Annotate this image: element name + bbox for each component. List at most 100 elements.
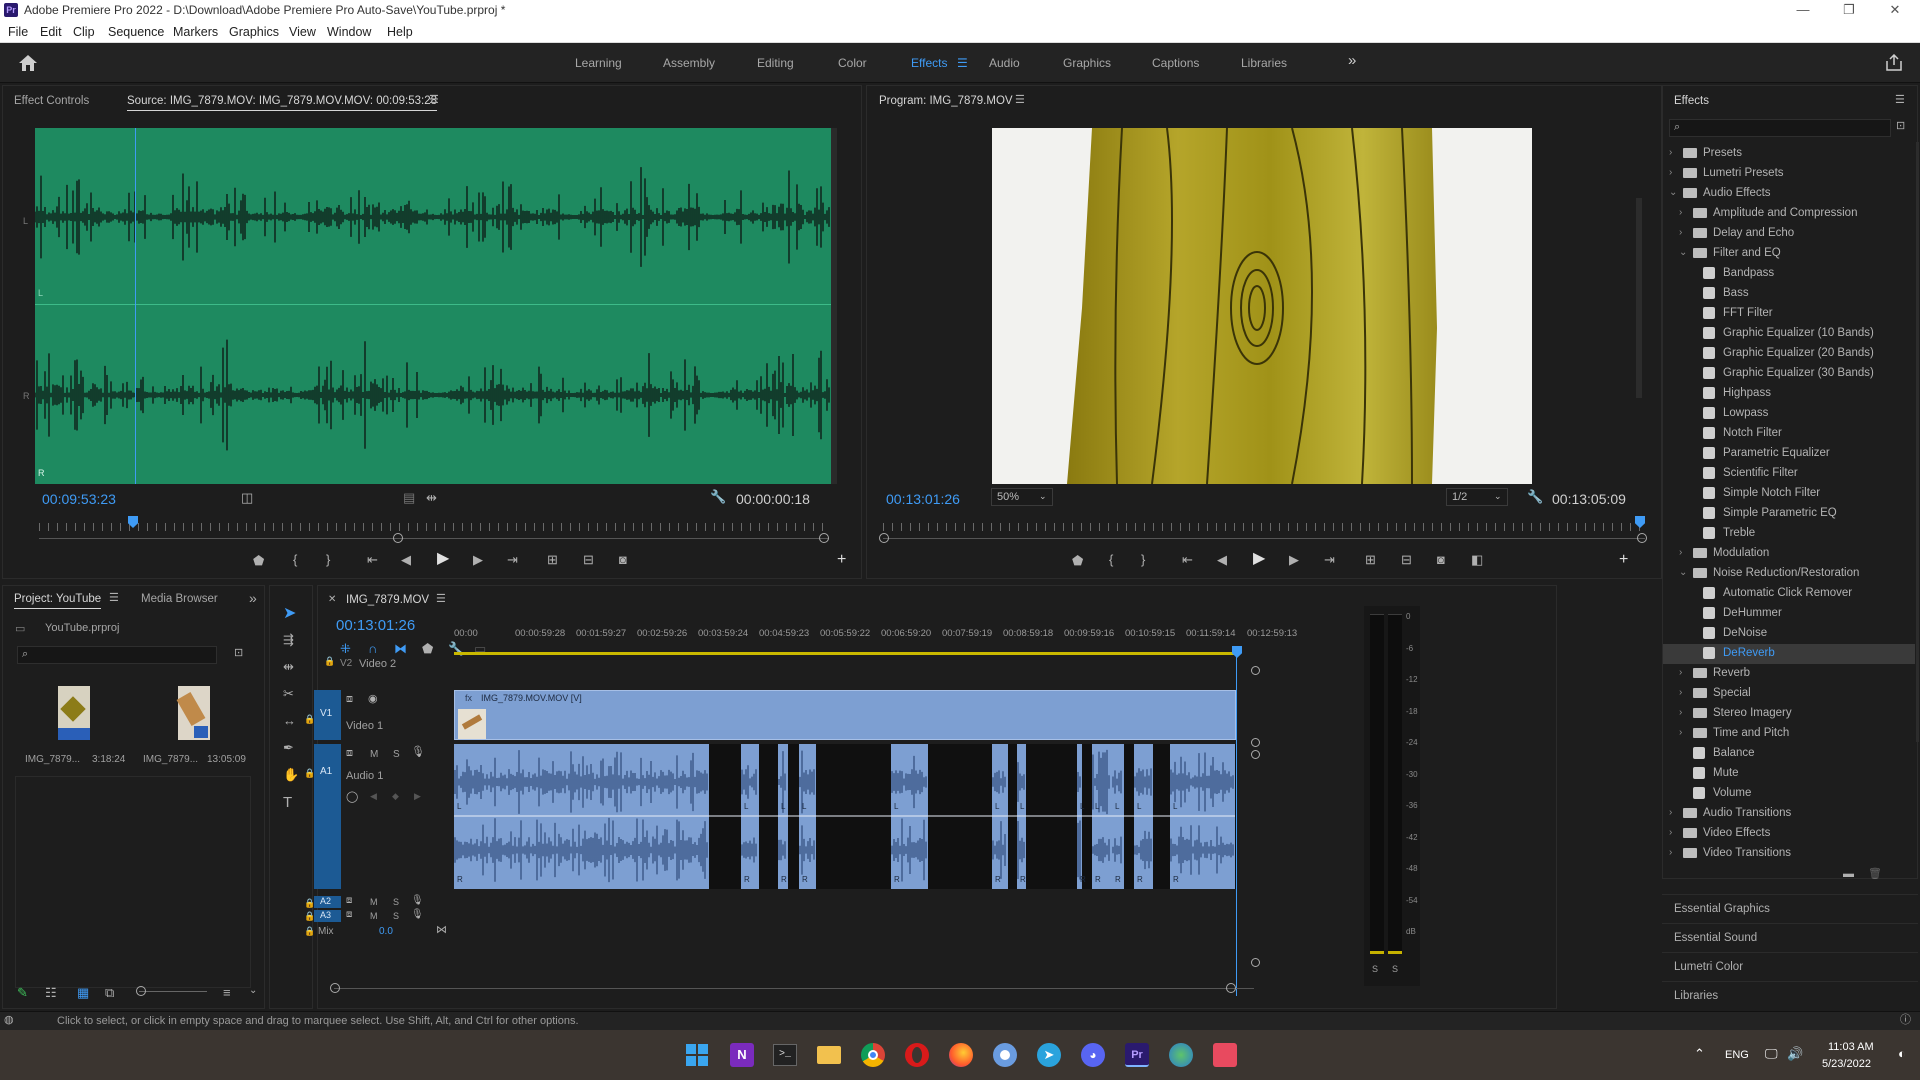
a1-audio-track-area[interactable]: L R L R L R L R L R L R L R L R L R L R L R L R: [454, 744, 1236, 889]
project-search-input[interactable]: ⌕: [17, 646, 217, 664]
panel-essential-sound[interactable]: Essential Sound: [1662, 923, 1918, 952]
panel-menu-icon[interactable]: ☰: [429, 95, 439, 106]
new-bin-search-icon[interactable]: ⊡: [234, 648, 243, 659]
chevron-down-icon[interactable]: ⌄: [1679, 247, 1687, 258]
a2-microphone-icon[interactable]: 🎙: [411, 896, 424, 906]
premiere-taskbar-icon[interactable]: Pr: [1125, 1043, 1149, 1067]
a1-track-target[interactable]: A1: [314, 744, 341, 889]
a1-keyframe-icon[interactable]: ◯: [346, 792, 358, 803]
chevron-right-icon[interactable]: ›: [1679, 707, 1682, 718]
export-frame-icon[interactable]: ◙: [619, 553, 627, 566]
file-explorer-icon[interactable]: [817, 1046, 841, 1064]
chevron-right-icon[interactable]: ›: [1679, 547, 1682, 558]
a1-mute-button[interactable]: M: [370, 749, 378, 760]
chevron-right-icon[interactable]: ›: [1679, 687, 1682, 698]
effects-scrollbar[interactable]: [1916, 142, 1919, 742]
menu-view[interactable]: View: [289, 25, 316, 39]
a3-solo-button[interactable]: S: [393, 911, 399, 921]
volume-icon[interactable]: 🔊: [1787, 1047, 1803, 1060]
workspace-effects[interactable]: Effects: [911, 56, 947, 70]
info-icon[interactable]: ⓘ: [1900, 1015, 1911, 1026]
program-zoom-handle-left[interactable]: [879, 533, 889, 543]
effects-tree-item[interactable]: › Time and Pitch: [1663, 724, 1915, 744]
a1-add-keyframe-icon[interactable]: ◆: [392, 792, 399, 801]
project-item-thumb-2[interactable]: [176, 686, 210, 740]
program-play-button[interactable]: ▶: [1253, 551, 1265, 567]
language-indicator[interactable]: ENG: [1725, 1049, 1749, 1061]
a1-solo-button[interactable]: S: [393, 749, 400, 760]
effects-tree-item[interactable]: Lowpass: [1663, 404, 1915, 424]
menu-markers[interactable]: Markers: [173, 25, 218, 39]
effects-tree-item[interactable]: › Modulation: [1663, 544, 1915, 564]
effects-tree-item[interactable]: Mute: [1663, 764, 1915, 784]
type-tool-icon[interactable]: T: [283, 795, 292, 810]
step-back-icon[interactable]: ◀: [401, 553, 411, 566]
a1-next-keyframe-icon[interactable]: ▶: [414, 792, 421, 801]
mark-out-icon[interactable]: }: [1141, 553, 1145, 566]
chevron-right-icon[interactable]: ›: [1679, 227, 1682, 238]
project-menu-icon[interactable]: ☰: [109, 593, 119, 604]
home-icon[interactable]: [18, 54, 38, 72]
a3-microphone-icon[interactable]: 🎙: [411, 910, 424, 920]
new-bin-icon[interactable]: ▬: [1843, 869, 1854, 880]
tab-media-browser[interactable]: Media Browser: [141, 593, 218, 605]
timeline-ruler[interactable]: 00:00 00:00:59:28 00:01:59:27 00:02:59:26 00…: [454, 626, 1297, 650]
thumb-size-slider[interactable]: [139, 991, 207, 992]
effects-tree-item[interactable]: Treble: [1663, 524, 1915, 544]
firefox-icon[interactable]: [949, 1043, 973, 1067]
effects-tree-item[interactable]: › Video Effects: [1663, 824, 1915, 844]
workspace-editing[interactable]: Editing: [757, 56, 794, 70]
effects-tree-item[interactable]: › Special: [1663, 684, 1915, 704]
a1-prev-keyframe-icon[interactable]: ◀: [370, 792, 377, 801]
a3-mute-button[interactable]: M: [370, 911, 378, 921]
mix-volume-value[interactable]: 0.0: [379, 926, 393, 937]
workspace-audio[interactable]: Audio: [989, 56, 1020, 70]
effects-tree-item[interactable]: Scientific Filter: [1663, 464, 1915, 484]
zoom-handle-mid[interactable]: [393, 533, 403, 543]
a2-solo-button[interactable]: S: [393, 897, 399, 907]
v1-track-target[interactable]: V1: [314, 690, 341, 740]
comparison-view-icon[interactable]: ◧: [1471, 553, 1483, 566]
a2-track-target[interactable]: A2: [314, 896, 341, 908]
chevron-down-icon[interactable]: ⌄: [1669, 187, 1677, 198]
track-height-handle-4[interactable]: [1251, 958, 1260, 967]
chevron-right-icon[interactable]: ›: [1669, 847, 1672, 858]
freeform-view-icon[interactable]: ⧉: [105, 986, 114, 999]
effects-tree-item[interactable]: ⌄ Audio Effects: [1663, 184, 1915, 204]
program-title[interactable]: Program: IMG_7879.MOV: [879, 95, 1013, 107]
zoom-handle-right[interactable]: [819, 533, 829, 543]
v2-lock-icon[interactable]: 🔒: [324, 656, 335, 667]
meter-solo-right[interactable]: S: [1392, 964, 1398, 974]
effects-tree-item[interactable]: ⌄ Noise Reduction/Restoration: [1663, 564, 1915, 584]
maps-icon[interactable]: [1169, 1043, 1193, 1067]
add-button-icon[interactable]: +: [1619, 552, 1628, 568]
add-marker-icon[interactable]: ⬟: [1072, 554, 1083, 567]
notifications-icon[interactable]: ◐: [1898, 1047, 1906, 1060]
export-frame-icon[interactable]: ◙: [1437, 553, 1445, 566]
effects-tree-item[interactable]: Parametric Equalizer: [1663, 444, 1915, 464]
menu-edit[interactable]: Edit: [40, 25, 62, 39]
v1-sync-lock-icon[interactable]: ⧈: [346, 694, 353, 705]
pencil-icon[interactable]: ✎: [17, 986, 28, 999]
snip-icon[interactable]: [1213, 1043, 1237, 1067]
a2-sync-lock-icon[interactable]: ⧈: [346, 896, 352, 906]
mark-out-icon[interactable]: }: [326, 553, 330, 566]
effects-tree-item[interactable]: › Video Transitions: [1663, 844, 1915, 864]
effects-tree-item[interactable]: Graphic Equalizer (20 Bands): [1663, 344, 1915, 364]
effects-tree-item[interactable]: DeReverb: [1663, 644, 1915, 664]
effects-tree-item[interactable]: DeNoise: [1663, 624, 1915, 644]
insert-icon[interactable]: ⊞: [547, 553, 558, 566]
add-marker-icon[interactable]: ⬟: [253, 554, 264, 567]
effects-tree-item[interactable]: FFT Filter: [1663, 304, 1915, 324]
effects-tree-item[interactable]: Simple Notch Filter: [1663, 484, 1915, 504]
effects-tree-item[interactable]: DeHummer: [1663, 604, 1915, 624]
chevron-right-icon[interactable]: ›: [1669, 167, 1672, 178]
project-empty-area[interactable]: [15, 776, 251, 988]
effects-title[interactable]: Effects: [1674, 95, 1709, 107]
menu-help[interactable]: Help: [387, 25, 413, 39]
tab-source[interactable]: Source: IMG_7879.MOV: IMG_7879.MOV.MOV: …: [127, 95, 438, 111]
a1-audio-waveform[interactable]: L R L R L R L R L R L R L R L R L R L R L R L R: [454, 744, 1236, 889]
linked-selection-icon[interactable]: ⧓: [394, 642, 407, 655]
effects-tree-item[interactable]: ⌄ Filter and EQ: [1663, 244, 1915, 264]
track-height-handle-2[interactable]: [1251, 738, 1260, 747]
